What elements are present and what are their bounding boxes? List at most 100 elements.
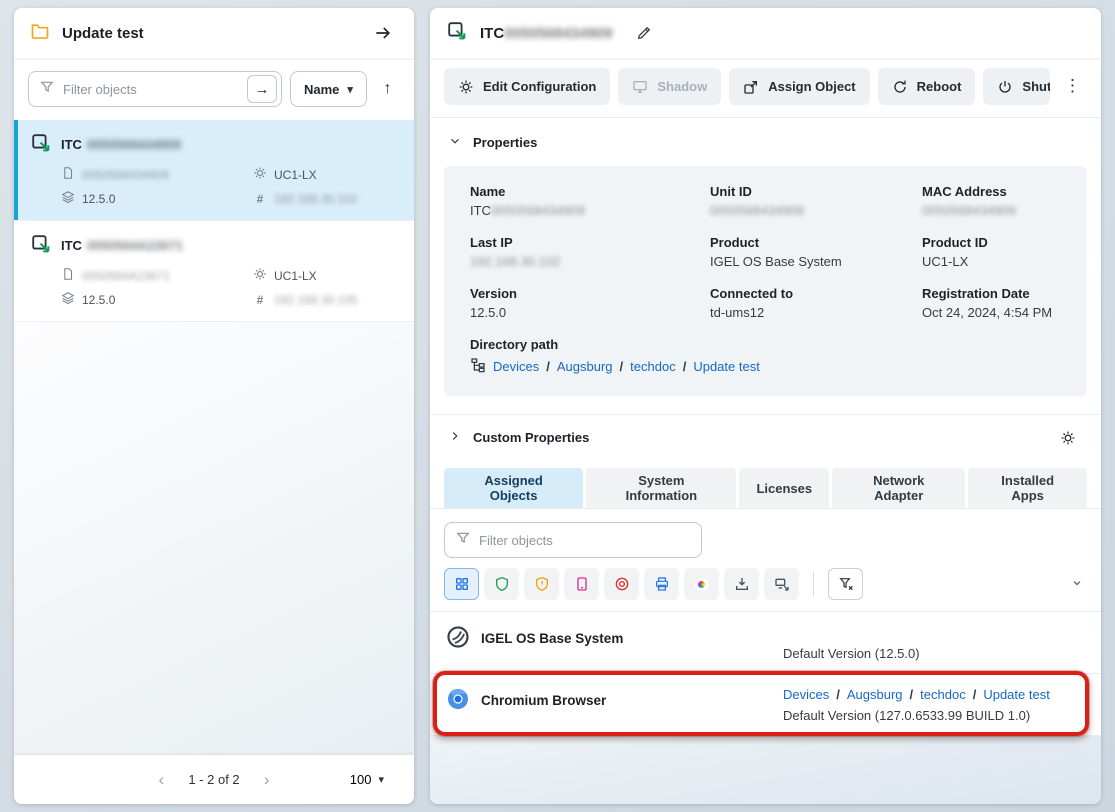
shadow-button[interactable]: Shadow (618, 68, 721, 105)
filter-mobile-device-icon[interactable] (564, 568, 599, 600)
custom-properties-section-header[interactable]: Custom Properties (430, 414, 1101, 460)
properties-section-title: Properties (473, 135, 537, 150)
tab-system-information[interactable]: System Information (586, 468, 736, 508)
filter-target-icon[interactable] (604, 568, 639, 600)
filter-printer-icon[interactable] (644, 568, 679, 600)
filter-deploy-device-icon[interactable] (764, 568, 799, 600)
assigned-filter-input[interactable] (479, 533, 697, 548)
shutdown-button[interactable]: Shutdown (983, 68, 1050, 105)
left-panel-header: Update test (14, 8, 414, 58)
tab-installed-apps[interactable]: Installed Apps (968, 468, 1087, 508)
assigned-object-info-cell: Devices Augsburg techdoc Update test Def… (783, 687, 1085, 723)
device-name-redacted: 0050564A23671 (87, 238, 183, 253)
breadcrumb-link-techdoc[interactable]: techdoc (620, 359, 676, 374)
assigned-object-row-igel-os[interactable]: IGEL OS Base System Default Version (12.… (430, 611, 1101, 673)
assigned-object-breadcrumb: Devices Augsburg techdoc Update test (783, 687, 1085, 702)
device-version-cell: 12.5.0 (61, 190, 253, 207)
assigned-object-name-cell: Chromium Browser (446, 687, 783, 714)
page-size-dropdown[interactable]: 100 ▾ (350, 772, 384, 787)
clear-filter-icon[interactable] (828, 568, 863, 600)
device-list-item-2[interactable]: ITC0050564A23671 0050564A23671 UC1-LX 12… (14, 221, 414, 322)
tab-assigned-objects[interactable]: Assigned Objects (444, 468, 583, 508)
edit-configuration-label: Edit Configuration (483, 79, 596, 94)
more-actions-kebab-icon[interactable]: ⋮ (1058, 68, 1087, 104)
field-value: ITC0050568434909 (470, 203, 698, 218)
directory-breadcrumb: Devices Augsburg techdoc Update test (470, 357, 1061, 376)
device-model-value: UC1-LX (274, 168, 317, 182)
document-icon (61, 166, 75, 183)
filter-submit-arrow-icon[interactable]: → (247, 75, 277, 103)
breadcrumb-link-augsburg[interactable]: Augsburg (836, 687, 902, 702)
device-icon (446, 20, 468, 47)
collapse-filter-chevron-icon[interactable] (1067, 573, 1087, 596)
left-panel-background (14, 322, 414, 755)
field-value-redacted: 192.168.30.102 (470, 254, 698, 269)
device-unit-id-redacted: 0050564A23671 (82, 269, 170, 283)
edit-configuration-button[interactable]: Edit Configuration (444, 68, 610, 105)
custom-properties-gear-icon[interactable] (1053, 423, 1083, 453)
gear-icon (253, 166, 267, 183)
breadcrumb-link-augsburg[interactable]: Augsburg (546, 359, 612, 374)
field-connected-to: Connected to td-ums12 (710, 286, 910, 320)
expand-panel-arrow-icon[interactable] (368, 18, 398, 48)
filter-priority-profiles-shield-icon[interactable] (524, 568, 559, 600)
filter-objects-input[interactable] (63, 82, 239, 97)
filter-download-tray-icon[interactable] (724, 568, 759, 600)
tab-licenses[interactable]: Licenses (739, 468, 829, 508)
sort-by-label: Name (304, 82, 339, 97)
field-mac-address: MAC Address 0050568434909 (922, 184, 1061, 218)
name-redacted: 0050568434909 (491, 203, 585, 218)
funnel-icon (455, 530, 471, 551)
breadcrumb-link-update-test[interactable]: Update test (683, 359, 760, 374)
field-directory-path: Directory path Devices Augsburg techdoc … (470, 337, 1061, 376)
properties-grid: Name ITC0050568434909 Unit ID 0050568434… (444, 166, 1087, 396)
device-icon (30, 132, 52, 157)
device-title-redacted: 0050568434909 (504, 25, 612, 42)
pagination-range-label: 1 - 2 of 2 (188, 772, 239, 787)
assigned-object-version: Default Version (12.5.0) (783, 646, 1085, 661)
hash-icon: # (253, 192, 267, 206)
device-model-value: UC1-LX (274, 269, 317, 283)
color-wheel-icon (694, 577, 709, 592)
field-product: Product IGEL OS Base System (710, 235, 910, 269)
assigned-object-name-cell: IGEL OS Base System (446, 625, 783, 652)
tab-network-adapter[interactable]: Network Adapter (832, 468, 965, 508)
field-last-ip: Last IP 192.168.30.102 (470, 235, 698, 269)
detail-panel-background (430, 735, 1101, 804)
breadcrumb-link-update-test[interactable]: Update test (973, 687, 1050, 702)
page-previous-icon[interactable]: ‹ (146, 765, 176, 795)
breadcrumb-link-devices[interactable]: Devices (493, 359, 539, 374)
sort-by-dropdown[interactable]: Name ▾ (290, 71, 367, 107)
field-value: UC1-LX (922, 254, 1061, 269)
funnel-icon (39, 79, 55, 100)
filter-objects-field[interactable]: → (28, 71, 282, 107)
chevron-down-icon (448, 134, 462, 151)
field-label: Connected to (710, 286, 910, 301)
field-label: Product ID (922, 235, 1061, 250)
assign-object-button[interactable]: Assign Object (729, 68, 869, 105)
properties-section-header[interactable]: Properties (430, 118, 1101, 166)
device-version-cell: 12.5.0 (61, 291, 253, 308)
gear-icon (253, 267, 267, 284)
filter-profiles-shield-icon[interactable] (484, 568, 519, 600)
rename-pencil-icon[interactable] (629, 18, 659, 48)
name-prefix: ITC (470, 203, 491, 218)
reboot-button[interactable]: Reboot (878, 68, 976, 105)
breadcrumb-link-devices[interactable]: Devices (783, 687, 829, 702)
device-list-item-1[interactable]: ITC0050568434909 0050568434909 UC1-LX 12… (14, 120, 414, 221)
chromium-logo-icon (446, 687, 470, 714)
filter-apps-grid-icon[interactable] (444, 568, 479, 600)
device-icon (30, 233, 52, 258)
shutdown-label: Shutdown (1022, 79, 1050, 94)
filter-color-wheel-icon[interactable] (684, 568, 719, 600)
breadcrumb-link-techdoc[interactable]: techdoc (910, 687, 966, 702)
sort-direction-arrow-icon[interactable]: ↑ (375, 74, 400, 104)
assigned-filter-field[interactable] (444, 522, 702, 558)
field-label: Directory path (470, 337, 1061, 352)
page-next-icon[interactable]: › (252, 765, 282, 795)
assigned-object-row-chromium[interactable]: Chromium Browser Devices Augsburg techdo… (430, 673, 1101, 735)
field-label: Last IP (470, 235, 698, 250)
device-details: 0050568434909 UC1-LX 12.5.0 # 192.168.30… (61, 166, 400, 207)
detail-header: ITC0050568434909 (430, 8, 1101, 58)
device-unit-id-cell: 0050564A23671 (61, 267, 253, 284)
